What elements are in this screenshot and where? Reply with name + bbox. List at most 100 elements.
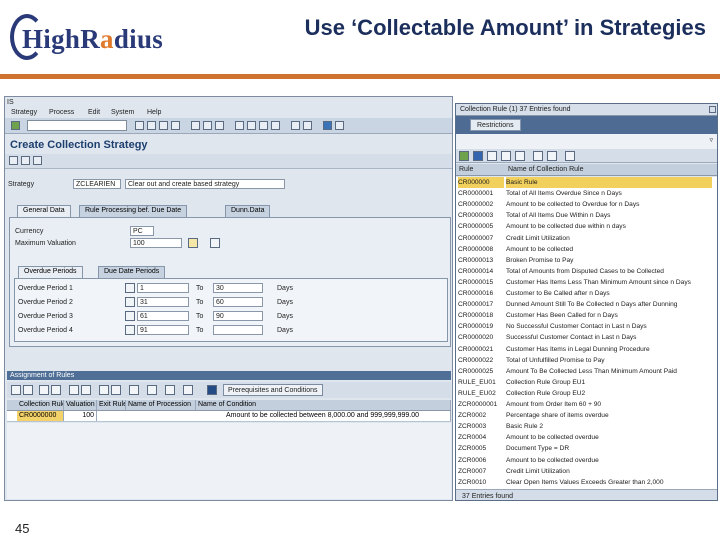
list-item[interactable]: ZCR0004 Amount to be collected overdue xyxy=(456,432,716,444)
display-change-icon[interactable] xyxy=(9,156,18,165)
tab-overdue-periods[interactable]: Overdue Periods xyxy=(18,266,83,278)
list-item[interactable]: CR0000022 Total of Unfulfilled Promise to… xyxy=(456,355,716,367)
find-dialog-icon[interactable] xyxy=(501,151,511,161)
last-page-icon[interactable] xyxy=(271,121,280,130)
copy-icon[interactable] xyxy=(210,238,220,248)
tab-due-date-periods[interactable]: Due Date Periods xyxy=(98,266,166,278)
period-from-input[interactable]: 31 xyxy=(137,297,189,307)
find-grid-icon[interactable] xyxy=(183,385,193,395)
exit-icon[interactable] xyxy=(159,121,168,130)
period-icon[interactable] xyxy=(125,325,135,335)
find-icon[interactable] xyxy=(203,121,212,130)
list-item[interactable]: CR0000014 Total of Amounts from Disputed … xyxy=(456,266,716,278)
delete-row-icon[interactable] xyxy=(23,385,33,395)
export-icon[interactable] xyxy=(99,385,109,395)
list-item[interactable]: CR0000017 Dunned Amount Still To Be Colle… xyxy=(456,299,716,311)
other-strategy-icon[interactable] xyxy=(33,156,42,165)
cell-valuation[interactable]: 100 xyxy=(64,411,97,421)
list-item[interactable]: CR000000 Basic Rule xyxy=(456,177,716,189)
list-item[interactable]: ZCR0005 Document Type = DR xyxy=(456,443,716,455)
max-valuation-input[interactable]: 100 xyxy=(130,238,182,248)
list-item[interactable]: CR0000015 Customer Has Items Less Than Mi… xyxy=(456,277,716,289)
sort-desc-icon[interactable] xyxy=(51,385,61,395)
list-item[interactable]: CR0000025 Amount To Be Collected Less Tha… xyxy=(456,366,716,378)
tab-rule-processing[interactable]: Rule Processing bef. Due Date xyxy=(79,205,188,217)
col-collection-rule[interactable]: Collection Rule xyxy=(17,400,64,410)
insert-row-icon[interactable] xyxy=(11,385,21,395)
cancel-icon[interactable] xyxy=(171,121,180,130)
list-item[interactable]: CR0000007 Credit Limit Utilization xyxy=(456,233,716,245)
menu-edit[interactable]: Edit xyxy=(88,108,100,117)
list-item[interactable]: CR0000008 Amount to be collected xyxy=(456,244,716,256)
tab-general-data[interactable]: General Data xyxy=(17,205,71,217)
edit-pencil-icon[interactable] xyxy=(188,238,198,248)
strategy-description-input[interactable]: Clear out and create based strategy xyxy=(125,179,285,189)
period-to-input[interactable]: 90 xyxy=(213,311,263,321)
list-item[interactable]: RULE_EU02 Collection Rule Group EU2 xyxy=(456,388,716,400)
tab-restrictions[interactable]: Restrictions xyxy=(470,119,521,131)
details-icon[interactable] xyxy=(147,385,157,395)
period-icon[interactable] xyxy=(125,283,135,293)
sort-asc-icon[interactable] xyxy=(39,385,49,395)
prev-page-icon[interactable] xyxy=(247,121,256,130)
list-item[interactable]: CR0000002 Amount to be collected to Overd… xyxy=(456,199,716,211)
list-item[interactable]: CR0000001 Total of All Items Overdue Sinc… xyxy=(456,188,716,200)
layout-grid-icon[interactable] xyxy=(111,385,121,395)
list-item[interactable]: CR0000019 No Successful Customer Contact … xyxy=(456,321,716,333)
confirm-icon[interactable] xyxy=(459,151,469,161)
shortcut-icon[interactable] xyxy=(303,121,312,130)
period-from-input[interactable]: 1 xyxy=(137,283,189,293)
period-to-input[interactable]: 30 xyxy=(213,283,263,293)
list-item[interactable]: ZCR0006 Amount to be collected overdue xyxy=(456,455,716,467)
next-page-icon[interactable] xyxy=(259,121,268,130)
restrict-icon[interactable] xyxy=(473,151,483,161)
info-icon[interactable] xyxy=(207,385,217,395)
print-icon[interactable] xyxy=(191,121,200,130)
col-name-procession[interactable]: Name of Procession xyxy=(126,400,196,410)
cell-collection-rule[interactable]: CR0000000 xyxy=(17,411,64,421)
close-icon[interactable] xyxy=(709,106,716,113)
info-dialog-icon[interactable] xyxy=(547,151,557,161)
first-page-icon[interactable] xyxy=(235,121,244,130)
list-item[interactable]: ZCR0010 Clear Open Items Values Exceeds G… xyxy=(456,477,716,489)
list-item[interactable]: CR0000018 Customer Has Been Called for n … xyxy=(456,310,716,322)
filter-icon[interactable] xyxy=(69,385,79,395)
sum-icon[interactable] xyxy=(81,385,91,395)
back-icon[interactable] xyxy=(147,121,156,130)
list-item[interactable]: CR0000016 Customer to Be Called after n D… xyxy=(456,288,716,300)
period-to-input[interactable]: 60 xyxy=(213,297,263,307)
prerequisites-button[interactable]: Prerequisites and Conditions xyxy=(223,384,323,396)
strategy-input[interactable]: ZCLEARIEN xyxy=(73,179,121,189)
list-item[interactable]: CR0000003 Total of All Items Due Within n… xyxy=(456,210,716,222)
list-item[interactable]: CR0000021 Customer Has Items in Legal Dun… xyxy=(456,344,716,356)
list-item[interactable]: CR0000020 Successful Customer Contact in … xyxy=(456,332,716,344)
col-rule-name[interactable]: Name of Collection Rule xyxy=(508,165,583,174)
list-item[interactable]: ZCR0003 Basic Rule 2 xyxy=(456,421,716,433)
print-grid-icon[interactable] xyxy=(129,385,139,395)
save-icon[interactable] xyxy=(135,121,144,130)
table-row[interactable]: CR0000000 100 Amount to be collected bet… xyxy=(7,411,451,422)
menu-help[interactable]: Help xyxy=(147,108,161,117)
print-dialog-icon[interactable] xyxy=(565,151,575,161)
period-icon[interactable] xyxy=(125,297,135,307)
period-from-input[interactable]: 61 xyxy=(137,311,189,321)
list-item[interactable]: CR0000013 Broken Promise to Pay xyxy=(456,255,716,267)
help-icon[interactable] xyxy=(323,121,332,130)
col-valuation[interactable]: Valuation xyxy=(64,400,97,410)
command-field[interactable] xyxy=(27,120,127,131)
cancel-dialog-icon[interactable] xyxy=(487,151,497,161)
period-to-input[interactable] xyxy=(213,325,263,335)
list-item[interactable]: CR0000005 Amount to be collected due with… xyxy=(456,221,716,233)
check-icon[interactable] xyxy=(21,156,30,165)
period-from-input[interactable]: 91 xyxy=(137,325,189,335)
currency-input[interactable]: PC xyxy=(130,226,154,236)
select-icon[interactable] xyxy=(533,151,543,161)
list-item[interactable]: ZCR0007 Credit Limit Utilization xyxy=(456,466,716,478)
find-next-icon[interactable] xyxy=(215,121,224,130)
new-session-icon[interactable] xyxy=(291,121,300,130)
col-name-condition[interactable]: Name of Condition xyxy=(196,400,451,410)
menu-system[interactable]: System xyxy=(111,108,134,117)
period-icon[interactable] xyxy=(125,311,135,321)
layout-icon[interactable] xyxy=(335,121,344,130)
expand-icon[interactable]: ▿ xyxy=(709,136,713,145)
